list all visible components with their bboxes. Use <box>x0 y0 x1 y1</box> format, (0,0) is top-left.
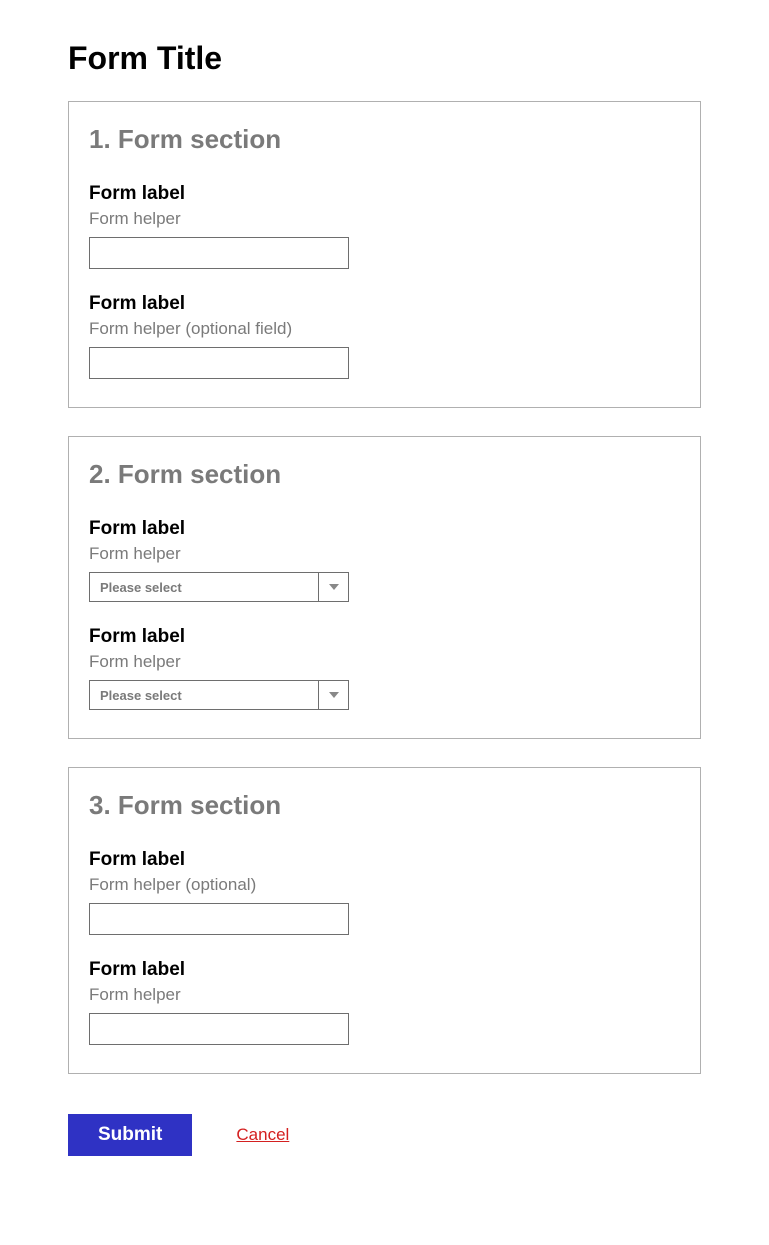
select-dropdown[interactable]: Please select <box>89 680 349 710</box>
select-arrow-box <box>318 573 348 601</box>
form-section-1: 1. Form section Form label Form helper F… <box>68 101 701 408</box>
form-section-3: 3. Form section Form label Form helper (… <box>68 767 701 1074</box>
section-heading: 3. Form section <box>89 790 680 821</box>
select-arrow-box <box>318 681 348 709</box>
text-input[interactable] <box>89 347 349 379</box>
field-helper: Form helper (optional) <box>89 875 680 895</box>
section-heading: 1. Form section <box>89 124 680 155</box>
field-group: Form label Form helper Please select <box>89 626 680 710</box>
field-label: Form label <box>89 959 680 981</box>
field-helper: Form helper <box>89 985 680 1005</box>
chevron-down-icon <box>329 692 339 698</box>
select-dropdown[interactable]: Please select <box>89 572 349 602</box>
chevron-down-icon <box>329 584 339 590</box>
form-actions: Submit Cancel <box>68 1114 701 1156</box>
form-title: Form Title <box>68 40 701 77</box>
field-helper: Form helper <box>89 544 680 564</box>
text-input[interactable] <box>89 903 349 935</box>
field-label: Form label <box>89 183 680 205</box>
field-group: Form label Form helper (optional) <box>89 849 680 935</box>
field-helper: Form helper <box>89 652 680 672</box>
section-heading: 2. Form section <box>89 459 680 490</box>
field-helper: Form helper <box>89 209 680 229</box>
select-placeholder: Please select <box>90 681 318 709</box>
text-input[interactable] <box>89 237 349 269</box>
field-group: Form label Form helper Please select <box>89 518 680 602</box>
submit-button[interactable]: Submit <box>68 1114 192 1156</box>
cancel-link[interactable]: Cancel <box>236 1125 289 1145</box>
select-placeholder: Please select <box>90 573 318 601</box>
field-label: Form label <box>89 626 680 648</box>
field-group: Form label Form helper <box>89 183 680 269</box>
field-group: Form label Form helper (optional field) <box>89 293 680 379</box>
form-section-2: 2. Form section Form label Form helper P… <box>68 436 701 739</box>
field-label: Form label <box>89 518 680 540</box>
field-helper: Form helper (optional field) <box>89 319 680 339</box>
text-input[interactable] <box>89 1013 349 1045</box>
field-group: Form label Form helper <box>89 959 680 1045</box>
field-label: Form label <box>89 849 680 871</box>
field-label: Form label <box>89 293 680 315</box>
